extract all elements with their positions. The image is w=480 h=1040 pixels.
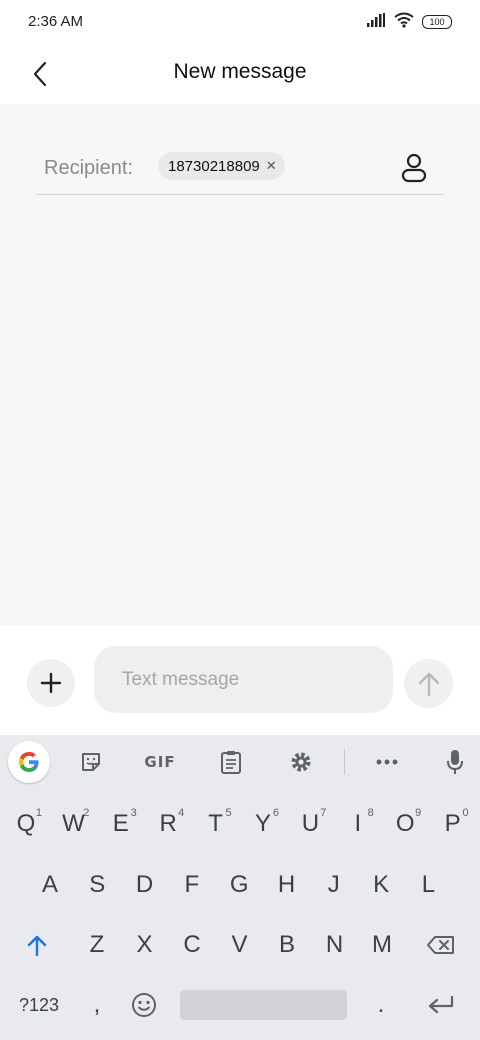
recipient-row[interactable]: Recipient: 18730218809 ✕: [36, 140, 444, 195]
compose-bar: [0, 625, 480, 735]
key-hint: 2: [83, 807, 90, 819]
backspace-key[interactable]: [418, 920, 464, 970]
battery-icon: 100: [422, 15, 452, 29]
send-arrow-icon: [418, 672, 439, 696]
recipient-chip[interactable]: 18730218809 ✕: [158, 152, 285, 180]
keyboard: G I F Q 1 W 2 E 3 R 4 T 5 Y 6 U 7 I 8 O 9 …: [0, 735, 480, 1040]
app-header: New message: [0, 44, 480, 104]
key-label: O: [395, 810, 415, 837]
key-k[interactable]: K: [358, 860, 404, 910]
key-label: Y: [254, 810, 271, 837]
emoji-icon: [132, 993, 156, 1017]
backspace-icon: [427, 936, 454, 954]
key-t[interactable]: T5: [193, 799, 239, 849]
shift-icon: [27, 935, 47, 956]
key-j[interactable]: J: [311, 860, 357, 910]
key-z[interactable]: Z: [74, 920, 120, 970]
page-title: New message: [173, 60, 307, 83]
send-button[interactable]: [404, 659, 453, 708]
key-g[interactable]: G: [216, 860, 262, 910]
key-w[interactable]: W2: [50, 799, 96, 849]
key-f[interactable]: F: [169, 860, 215, 910]
symbols-key[interactable]: ?123: [14, 980, 64, 1030]
key-s[interactable]: S: [74, 860, 120, 910]
key-v[interactable]: V: [217, 920, 263, 970]
chip-remove-icon[interactable]: ✕: [266, 158, 277, 174]
recipient-label: Recipient:: [44, 157, 133, 179]
key-hint: 9: [415, 807, 422, 819]
voice-input-button[interactable]: [435, 744, 475, 780]
enter-icon: [428, 995, 454, 1014]
key-hint: 1: [35, 807, 42, 819]
key-d[interactable]: D: [122, 860, 168, 910]
key-label: Q: [16, 810, 36, 837]
key-hint: 8: [367, 807, 374, 819]
key-i[interactable]: I8: [335, 799, 381, 849]
settings-button[interactable]: [281, 744, 321, 780]
comma-key[interactable]: ,: [74, 980, 120, 1030]
key-label: T: [208, 810, 223, 837]
key-label: P: [444, 810, 461, 837]
key-hint: 5: [225, 807, 232, 819]
key-label: R: [159, 810, 177, 837]
key-hint: 0: [462, 807, 469, 819]
key-hint: 3: [130, 807, 137, 819]
sticker-icon: [82, 753, 100, 771]
key-o[interactable]: O9: [382, 799, 428, 849]
key-n[interactable]: N: [312, 920, 358, 970]
key-r[interactable]: R4: [145, 799, 191, 849]
status-icons: 100: [366, 12, 452, 32]
key-hint: 7: [320, 807, 327, 819]
key-c[interactable]: C: [169, 920, 215, 970]
contact-picker-button[interactable]: [396, 150, 432, 186]
gif-label: GIF: [144, 753, 176, 771]
status-time: 2:36 AM: [28, 13, 84, 30]
period-key[interactable]: .: [358, 980, 404, 1030]
message-input[interactable]: [94, 646, 393, 713]
key-label: E: [112, 810, 129, 837]
key-label: U: [301, 810, 320, 837]
key-y[interactable]: Y6: [240, 799, 286, 849]
add-attachment-button[interactable]: [27, 659, 75, 707]
recipient-chip-number: 18730218809: [168, 157, 260, 175]
plus-icon: [40, 672, 62, 694]
wifi-icon: [394, 12, 414, 33]
key-m[interactable]: M: [359, 920, 405, 970]
enter-key[interactable]: [418, 980, 464, 1030]
keyboard-toolbar: GIF: [0, 735, 480, 789]
key-l[interactable]: L: [405, 860, 451, 910]
clipboard-icon: [221, 751, 241, 774]
mic-icon: [447, 750, 463, 774]
space-key[interactable]: [180, 990, 347, 1020]
key-u[interactable]: U7: [287, 799, 333, 849]
signal-icon: [366, 12, 386, 32]
key-q[interactable]: Q1: [3, 799, 49, 849]
shift-key[interactable]: [14, 920, 60, 970]
emoji-key[interactable]: [121, 980, 167, 1030]
key-e[interactable]: E3: [98, 799, 144, 849]
key-a[interactable]: A: [27, 860, 73, 910]
sticker-button[interactable]: [71, 744, 111, 780]
gif-button[interactable]: GIF: [140, 744, 180, 780]
clipboard-button[interactable]: [211, 744, 251, 780]
more-icon: [376, 759, 398, 765]
key-hint: 6: [272, 807, 279, 819]
key-hint: 4: [178, 807, 185, 819]
key-b[interactable]: B: [264, 920, 310, 970]
status-bar: 2:36 AM 100: [0, 0, 480, 44]
key-h[interactable]: H: [264, 860, 310, 910]
key-p[interactable]: P0: [430, 799, 476, 849]
key-label: W: [62, 810, 85, 837]
google-icon: [19, 752, 39, 772]
settings-icon: [291, 752, 311, 772]
key-label: I: [354, 810, 362, 837]
toolbar-divider: [344, 749, 345, 775]
google-button[interactable]: [8, 741, 50, 783]
contact-icon: [401, 153, 427, 183]
more-button[interactable]: [367, 744, 407, 780]
key-x[interactable]: X: [122, 920, 168, 970]
